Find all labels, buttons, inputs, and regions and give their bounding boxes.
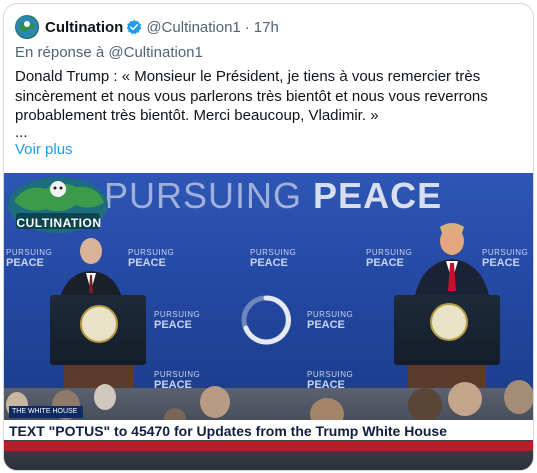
ticker-text: TEXT "POTUS" to 45470 for Updates from t…: [9, 423, 447, 439]
author-handle[interactable]: @Cultination1: [146, 19, 240, 36]
reply-context: En réponse à @Cultination1: [15, 44, 203, 61]
channel-watermark: CULTINATION: [6, 175, 110, 235]
avatar-globe-icon: [16, 16, 38, 38]
watermark-text: CULTINATION: [16, 216, 102, 230]
tweet-card[interactable]: Cultination @Cultination1 · 17h En répon…: [3, 3, 534, 471]
presidential-seal-right: [430, 303, 468, 341]
audience-head: [200, 386, 230, 418]
avatar[interactable]: [15, 15, 39, 39]
tweet-ellipsis: ...: [15, 124, 28, 141]
backdrop-banner: PURSUING PEACE: [104, 175, 442, 217]
backdrop-tile-bottom: PEACE: [154, 319, 192, 331]
backdrop-tile: PURSUING PEACE: [307, 309, 353, 331]
reply-prefix: En réponse à: [15, 44, 105, 61]
show-more-link[interactable]: Voir plus: [15, 141, 73, 158]
backdrop-tile: PURSUING PEACE: [154, 309, 200, 331]
separator-dot: ·: [244, 18, 250, 36]
presidential-seal-left: [80, 305, 118, 343]
lower-third-badge: THE WHITE HOUSE: [9, 406, 83, 418]
verified-badge-icon: [126, 19, 142, 35]
author-name[interactable]: Cultination: [45, 19, 123, 36]
audience-head: [448, 382, 482, 416]
tweet-text: Donald Trump : « Monsieur le Président, …: [15, 68, 488, 124]
audience-head: [408, 388, 442, 422]
backdrop-tile-bottom: PEACE: [307, 319, 345, 331]
video-player[interactable]: PURSUING PEACE PURSUING PEACE PURSUING P…: [4, 173, 533, 470]
backdrop-tile-bottom: PEACE: [250, 257, 288, 269]
backdrop-tile-bottom: PEACE: [366, 257, 404, 269]
reply-mention-link[interactable]: @Cultination1: [108, 44, 202, 61]
backdrop-banner-bold: PEACE: [313, 175, 443, 216]
loading-spinner-icon: [241, 295, 291, 345]
timestamp[interactable]: 17h: [254, 19, 279, 36]
ticker-red-strip: [4, 441, 533, 451]
backdrop-tile: PURSUING PEACE: [250, 247, 296, 269]
audience-head: [94, 384, 116, 410]
audience-head: [504, 380, 533, 414]
backdrop-banner-light: PURSUING: [104, 175, 303, 216]
tweet-header: Cultination @Cultination1 · 17h: [15, 15, 279, 39]
backdrop-tile-bottom: PEACE: [6, 257, 44, 269]
